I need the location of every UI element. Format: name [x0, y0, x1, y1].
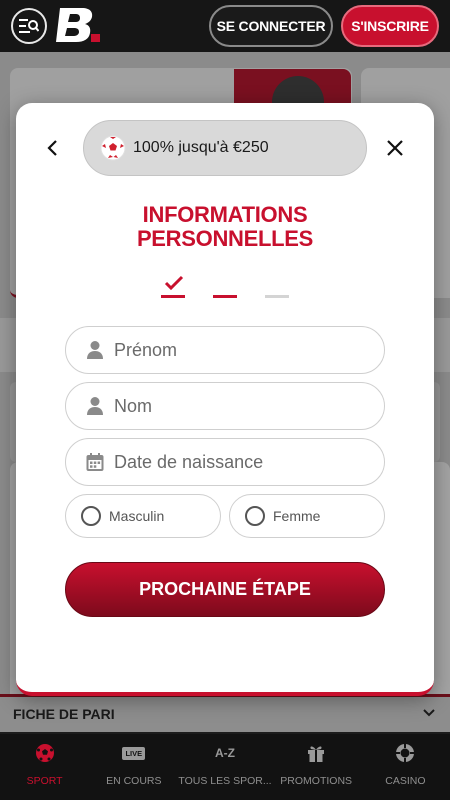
calendar-icon — [84, 451, 106, 473]
modal-title-line2: PERSONNELLES — [136, 226, 314, 251]
back-arrow-icon[interactable] — [42, 137, 64, 159]
radio-button[interactable] — [245, 506, 265, 526]
soccer-ball-icon — [100, 135, 126, 161]
next-step-button[interactable]: PROCHAINE ÉTAPE — [65, 562, 385, 617]
promo-banner[interactable]: 100% jusqu'à €250 — [83, 120, 367, 176]
chevron-down-icon — [423, 709, 435, 717]
gender-male-option[interactable]: Masculin — [65, 494, 221, 538]
registration-modal: 100% jusqu'à €250 INFORMATIONS PERSONNEL… — [16, 103, 434, 696]
top-header: SE CONNECTER S'INSCRIRE — [0, 0, 450, 52]
step-indicator-3 — [265, 295, 289, 298]
promo-text: 100% jusqu'à €250 — [133, 139, 269, 156]
step-progress — [161, 275, 291, 299]
birthdate-field[interactable] — [65, 438, 385, 486]
signup-button[interactable]: S'INSCRIRE — [341, 5, 439, 47]
nav-label: CASINO — [385, 775, 426, 787]
nav-item-promotions[interactable]: PROMOTIONS — [272, 734, 361, 800]
nav-label: EN COURS — [106, 775, 162, 787]
live-icon: LIVE — [122, 742, 146, 764]
nav-item-live[interactable]: LIVE EN COURS — [89, 734, 178, 800]
bet-slip-label: FICHE DE PARI — [13, 706, 115, 722]
gender-female-label: Femme — [273, 508, 321, 524]
login-button[interactable]: SE CONNECTER — [209, 5, 333, 47]
nav-label: PROMOTIONS — [280, 775, 353, 787]
step-indicator-1 — [161, 295, 185, 298]
gift-icon — [305, 742, 327, 764]
soccer-ball-icon — [34, 742, 56, 764]
nav-item-all-sports[interactable]: A-Z TOUS LES SPOR... — [178, 734, 271, 800]
brand-logo[interactable] — [56, 6, 102, 44]
close-icon[interactable] — [384, 137, 406, 159]
az-icon: A-Z — [214, 746, 235, 760]
modal-title: INFORMATIONS PERSONNELLES — [16, 203, 434, 251]
bottom-navigation: SPORT LIVE EN COURS A-Z TOUS LES SPOR...… — [0, 734, 450, 800]
step-indicator-2 — [213, 295, 237, 298]
nav-label: TOUS LES SPOR... — [178, 775, 272, 787]
nav-item-casino[interactable]: CASINO — [361, 734, 450, 800]
gender-female-option[interactable]: Femme — [229, 494, 385, 538]
user-icon — [84, 395, 106, 417]
checkmark-icon — [164, 275, 184, 291]
modal-title-line1: INFORMATIONS — [142, 202, 308, 227]
first-name-input[interactable] — [114, 339, 364, 361]
last-name-field[interactable] — [65, 382, 385, 430]
menu-search-icon — [19, 19, 39, 33]
gender-male-label: Masculin — [109, 508, 165, 524]
casino-chip-icon — [394, 742, 416, 764]
birthdate-input[interactable] — [114, 451, 364, 473]
user-icon — [84, 339, 106, 361]
first-name-field[interactable] — [65, 326, 385, 374]
radio-button[interactable] — [81, 506, 101, 526]
bet-slip-bar[interactable]: FICHE DE PARI — [0, 694, 450, 732]
nav-label: SPORT — [26, 775, 63, 787]
last-name-input[interactable] — [114, 395, 364, 417]
menu-search-button[interactable] — [11, 8, 47, 44]
nav-item-sport[interactable]: SPORT — [0, 734, 89, 800]
